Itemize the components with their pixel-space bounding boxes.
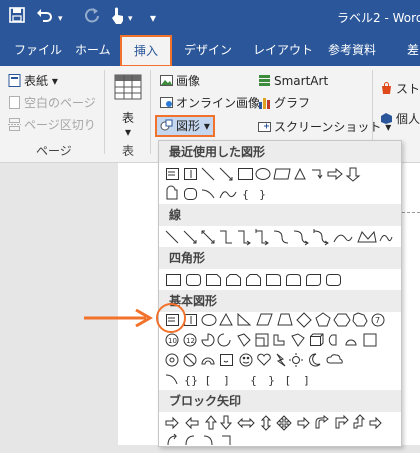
customize-quick-access-icon[interactable]: ▾	[150, 9, 156, 27]
page-break-label: ページ区切り	[24, 118, 96, 132]
tab-home[interactable]: ホーム	[75, 34, 111, 66]
chart-label: グラフ	[274, 96, 311, 110]
section-lines: 線	[159, 204, 401, 226]
store-button[interactable]: スト	[380, 80, 420, 98]
online-picture-label: オンライン画像	[176, 96, 261, 110]
svg-text:7: 7	[375, 316, 380, 325]
personal-addins-icon	[381, 113, 392, 124]
table-button-label: 表	[121, 111, 134, 125]
svg-text:[: [	[206, 374, 210, 387]
tab-design[interactable]: デザイン	[184, 34, 232, 66]
touch-mode-icon[interactable]	[110, 7, 126, 29]
recent-shapes-row-1[interactable]	[164, 164, 394, 184]
margin-guide	[402, 212, 420, 214]
personal-addins-button[interactable]: 個人	[380, 110, 420, 128]
store-label: スト	[396, 82, 420, 96]
section-basic-shapes: 基本図形	[159, 290, 401, 312]
store-icon	[382, 82, 391, 94]
group-divider	[150, 70, 151, 154]
svg-text:{: {	[242, 188, 249, 201]
tab-insert[interactable]: 挿入	[120, 35, 172, 67]
personal-addins-label: 個人	[396, 112, 420, 126]
section-rectangles: 四角形	[159, 247, 401, 269]
blank-page-icon	[9, 96, 20, 109]
svg-text:]: ]	[304, 374, 308, 387]
undo-icon[interactable]	[36, 7, 54, 27]
recent-shapes-row-2[interactable]: {}	[164, 184, 394, 204]
cover-page-button[interactable]: 表紙 ▾	[8, 72, 58, 90]
tab-layout[interactable]: レイアウト	[253, 34, 313, 66]
group-divider	[104, 70, 105, 154]
svg-text:}: }	[268, 374, 275, 387]
block-arrows-row-2[interactable]	[164, 433, 394, 453]
redo-icon[interactable]	[84, 7, 100, 27]
svg-text:12: 12	[186, 337, 195, 345]
picture-label: 画像	[176, 74, 201, 88]
online-picture-icon	[160, 97, 173, 108]
table-icon	[114, 74, 142, 100]
shapes-label: 図形	[176, 119, 201, 133]
page-break-icon	[8, 118, 21, 131]
shapes-icon	[160, 119, 173, 131]
table-button[interactable]: 表 ▾	[114, 74, 142, 139]
rectangles-row[interactable]	[164, 270, 394, 290]
shapes-button[interactable]: 図形 ▾	[155, 115, 215, 137]
svg-text:[: [	[286, 374, 290, 387]
block-arrows-row-1[interactable]	[164, 413, 394, 433]
touch-dropdown-icon[interactable]: ▾	[128, 10, 133, 28]
page-break-button[interactable]: ページ区切り	[8, 116, 96, 134]
smartart-button[interactable]: SmartArt	[258, 72, 328, 90]
section-block-arrows: ブロック矢印	[159, 390, 401, 412]
svg-text:]: ]	[224, 374, 228, 387]
cover-page-label: 表紙	[24, 74, 49, 88]
orange-arrow-icon	[84, 308, 154, 330]
section-recent-shapes: 最近使用した図形	[159, 141, 401, 163]
ribbon-tabs: ファイル ホーム 挿入 デザイン レイアウト 参考資料 差	[0, 34, 420, 67]
svg-text:10: 10	[168, 337, 177, 345]
smartart-icon	[259, 75, 270, 86]
tab-file[interactable]: ファイル	[14, 34, 62, 66]
basic-shapes-row-2[interactable]: 10 12	[164, 330, 394, 350]
online-picture-button[interactable]: オンライン画像	[160, 94, 260, 112]
save-icon[interactable]	[9, 7, 25, 27]
smartart-label: SmartArt	[274, 74, 329, 88]
svg-text:{}: {}	[184, 374, 198, 387]
basic-shapes-row-4[interactable]: {} [ ] { } [ ]	[164, 370, 394, 390]
table-group-label: 表	[122, 144, 135, 158]
screenshot-label: スクリーンショット	[274, 120, 382, 134]
undo-dropdown-icon[interactable]: ▾	[58, 10, 63, 28]
chart-icon	[259, 98, 270, 109]
title-bar: ▾ ▾ ▾ ラベル2 - Word	[0, 0, 420, 34]
chart-button[interactable]: グラフ	[258, 94, 310, 112]
basic-shapes-row-1[interactable]: 7	[164, 310, 394, 330]
picture-button[interactable]: 画像	[160, 72, 200, 90]
screenshot-icon	[258, 122, 271, 132]
basic-shapes-row-3[interactable]	[164, 350, 394, 370]
blank-page-label: 空白のページ	[24, 96, 96, 110]
svg-text:{: {	[250, 374, 257, 387]
pages-group-label: ページ	[36, 144, 72, 158]
window-title: ラベル2 - Word	[337, 11, 420, 25]
tab-mailings[interactable]: 差	[407, 34, 419, 66]
cover-page-icon	[8, 74, 21, 87]
tab-references[interactable]: 参考資料	[328, 34, 376, 66]
shapes-gallery: 最近使用した図形 {} 線 四角形 基本図形 7 10 12 {} [] {…	[158, 140, 402, 447]
picture-icon	[160, 75, 173, 86]
svg-text:}: }	[259, 188, 266, 201]
blank-page-button[interactable]: 空白のページ	[8, 94, 96, 112]
text-box-highlight	[156, 303, 186, 333]
lines-row[interactable]	[164, 227, 394, 247]
